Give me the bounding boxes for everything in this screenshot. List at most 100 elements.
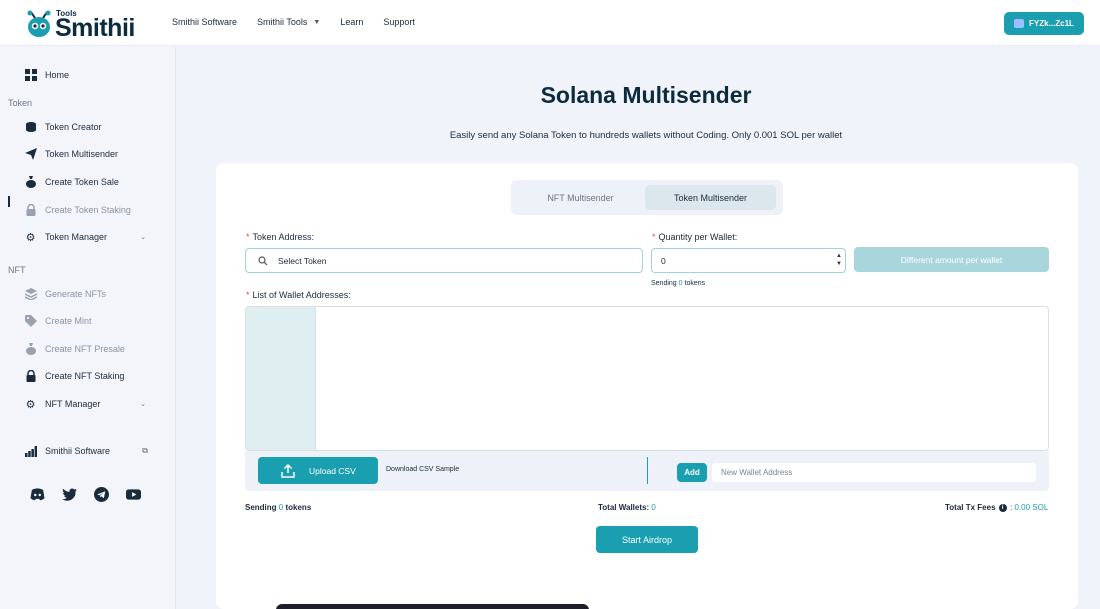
sidebar-item-label: NFT Manager [45,399,101,409]
discord-icon[interactable] [30,487,45,502]
token-select-input[interactable]: Select Token [245,248,643,273]
sidebar-item-nft-manager[interactable]: ⚙ NFT Manager ⌄ [24,395,154,413]
tab-token-multisender[interactable]: Token Multisender [645,185,776,210]
label-text: Token Address: [252,232,315,242]
stat-label: Total Tx Fees [945,503,996,512]
upload-csv-button[interactable]: Upload CSV [258,457,378,484]
nav-label: Smithii Software [172,17,238,27]
telegram-icon[interactable] [94,487,109,502]
quantity-input[interactable]: 0 ▲ ▼ [651,248,846,273]
sidebar-item-label: Generate NFTs [45,289,107,299]
nav-smithii-software[interactable]: Smithii Software [172,17,237,27]
stat-value: 0 [651,503,656,512]
wallet-list-toolbar: Upload CSV Download CSV Sample Add New W… [245,451,1049,491]
sidebar: Home Token Token Creator Token Multisend… [0,47,176,609]
nav-smithii-tools[interactable]: Smithii Tools ▼ [257,17,320,27]
nav-support[interactable]: Support [383,17,415,27]
gear-icon: ⚙ [25,231,36,244]
nav-label: Smithii Tools [257,17,308,27]
external-link-icon: ⧉ [142,446,148,455]
gear-icon: ⚙ [25,398,36,411]
nav-label: Support [383,17,415,27]
wallet-icon [1014,19,1025,28]
twitter-icon[interactable] [62,487,77,502]
coins-icon [24,121,37,134]
wallet-button[interactable]: FYZk...Zc1L [1004,12,1084,35]
total-wallets: Total Wallets: 0 [598,503,656,512]
sidebar-item-generate-nfts[interactable]: Generate NFTs [24,285,154,303]
lock-icon [24,204,37,217]
multisender-tabs: NFT Multisender Token Multisender [511,180,783,215]
multisender-card: NFT Multisender Token Multisender * Token… [216,163,1078,609]
wallet-list-label: * List of Wallet Addresses: [246,290,351,300]
sidebar-item-create-token-sale[interactable]: Create Token Sale [24,173,154,191]
sidebar-item-label: Create Token Sale [45,177,119,187]
token-address-label: * Token Address: [246,232,315,242]
info-icon[interactable]: i [998,503,1007,512]
logo-name-text: Smithii [55,14,135,42]
wallet-address: FYZk...Zc1L [1029,19,1074,28]
sidebar-item-label: Create NFT Presale [45,344,125,354]
section-token: Token [8,98,33,108]
chevron-down-icon: ⌄ [140,401,146,408]
toolbar-divider [647,457,648,484]
sidebar-item-create-token-staking[interactable]: Create Token Staking [24,201,154,219]
tag-icon [24,315,37,328]
sending-total: Sending 0 tokens [245,503,311,512]
different-amount-button[interactable]: Different amount per wallet [854,247,1049,272]
tab-nft-multisender[interactable]: NFT Multisender [517,185,644,210]
lock-icon [24,370,37,383]
sidebar-item-smithii-software[interactable]: Smithii Software ⧉ [24,442,154,460]
sidebar-item-create-nft-presale[interactable]: Create NFT Presale [24,340,154,358]
stat-label: tokens [285,503,312,512]
main-nav: Smithii Software Smithii Tools ▼ Learn Su… [172,17,435,27]
label-text: Quantity per Wallet: [658,232,738,242]
sidebar-item-label: Create Token Staking [45,205,131,215]
nav-learn[interactable]: Learn [340,17,363,27]
quantity-label: * Quantity per Wallet: [652,232,738,242]
money-bag-icon [24,176,37,189]
sidebar-item-create-mint[interactable]: Create Mint [24,312,154,330]
sidebar-item-label: Token Manager [45,232,108,242]
search-icon [258,255,268,265]
wallet-addresses-editor[interactable] [245,306,1049,451]
sidebar-item-token-creator[interactable]: Token Creator [24,118,154,136]
sidebar-item-label: Smithii Software [45,446,111,456]
paper-plane-icon [24,148,37,161]
sidebar-item-home[interactable]: Home [24,66,154,84]
sending-prefix: Sending [651,280,677,287]
page-subtitle: Easily send any Solana Token to hundreds… [449,130,843,141]
smithii-logo[interactable]: Tools Smithii [26,8,146,42]
active-indicator [8,196,10,207]
stat-label: Sending [245,503,277,512]
stat-value: 0.00 SOL [1014,503,1049,512]
download-csv-sample-link[interactable]: Download CSV Sample [386,466,459,473]
sending-suffix: tokens [684,280,706,287]
line-number-gutter [246,307,316,450]
layers-icon [24,288,37,301]
new-wallet-input[interactable]: New Wallet Address [712,463,1036,482]
sidebar-item-token-manager[interactable]: ⚙ Token Manager ⌄ [24,228,154,246]
chevron-down-icon: ⌄ [140,234,146,241]
money-bag-icon [24,343,37,356]
upload-icon [281,463,295,478]
stat-value: 0 [278,503,284,512]
sidebar-item-create-nft-staking[interactable]: Create NFT Staking [24,367,154,385]
sidebar-item-token-multisender[interactable]: Token Multisender [24,145,154,163]
page-title: Solana Multisender [540,82,752,108]
bar-chart-icon [24,445,37,458]
sending-tokens-hint: Sending 0 tokens [651,280,705,287]
add-wallet-button[interactable]: Add [677,463,707,482]
token-placeholder: Select Token [278,255,327,266]
section-nft: NFT [8,265,26,275]
total-tx-fees: Total Tx Fees i : 0.00 SOL [945,503,1049,512]
bug-logo-icon [27,10,51,37]
nav-label: Learn [340,17,364,27]
start-airdrop-button[interactable]: Start Airdrop [596,526,698,553]
youtube-icon[interactable] [126,487,141,502]
label-text: List of Wallet Addresses: [252,290,351,300]
quantity-stepper[interactable]: ▲ ▼ [836,252,842,268]
grid-icon [24,69,37,82]
quantity-value: 0 [661,255,666,266]
sidebar-item-label: Create Mint [45,316,92,326]
